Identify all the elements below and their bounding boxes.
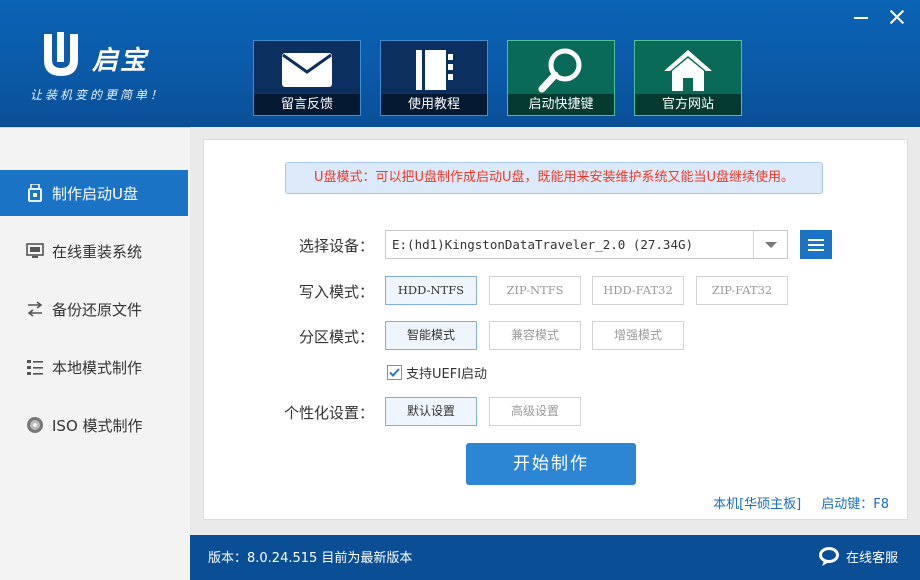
sidebar-item-iso-mode[interactable]: ISO 模式制作 [0, 402, 188, 448]
home-icon [664, 50, 712, 91]
usb-mode-panel: U盘模式：可以把U盘制作成启动U盘，既能用来安装维护系统又能当U盘继续使用。 选… [203, 139, 908, 520]
write-mode-zip-fat32[interactable]: ZIP-FAT32 [696, 276, 788, 305]
status-bar: 版本：8.0.24.515 目前为最新版本 在线客服 [190, 535, 920, 580]
checkbox-box[interactable] [387, 365, 402, 380]
partition-mode-compatible[interactable]: 兼容模式 [489, 321, 581, 350]
write-mode-hdd-fat32[interactable]: HDD-FAT32 [592, 276, 684, 305]
sidebar-item-make-usb[interactable]: 制作启动U盘 [0, 170, 188, 216]
app-logo: 启宝 让装机变的更简单！ [30, 20, 190, 110]
sidebar-item-online-reinstall[interactable]: 在线重装系统 [0, 228, 188, 274]
uefi-label: 支持UEFI启动 [406, 367, 488, 382]
partition-mode-label: 分区模式： [298, 328, 374, 346]
nav-tutorial-label: 使用教程 [381, 94, 487, 115]
device-select-value: E:(hd1)KingstonDataTraveler_2.0 (27.34G) [392, 237, 694, 252]
nav-official-site[interactable]: 官方网站 [634, 40, 742, 116]
machine-info: 本机[华硕主板] 启动键：F8 [713, 493, 889, 512]
sidebar: 制作启动U盘 在线重装系统 备份还原文件 本地模式制作 ISO 模式制作 [0, 127, 190, 580]
brand-slogan: 让装机变的更简单！ [30, 88, 166, 102]
write-mode-hdd-ntfs[interactable]: HDD-NTFS [385, 276, 477, 305]
personalize-label: 个性化设置： [283, 404, 374, 422]
device-select[interactable]: E:(hd1)KingstonDataTraveler_2.0 (27.34G) [385, 230, 788, 259]
u-logo-icon [44, 32, 78, 76]
write-mode-zip-ntfs[interactable]: ZIP-NTFS [489, 276, 581, 305]
magnifier-icon [538, 48, 582, 93]
nav-boot-hotkey[interactable]: 启动快捷键 [507, 40, 615, 116]
sidebar-item-label: 备份还原文件 [52, 300, 143, 319]
personalize-advanced[interactable]: 高级设置 [489, 397, 581, 426]
monitor-icon [26, 243, 44, 258]
device-label: 选择设备： [298, 237, 374, 255]
disc-icon [27, 417, 43, 433]
nav-boot-hotkey-label: 启动快捷键 [508, 94, 614, 115]
sidebar-item-label: ISO 模式制作 [52, 416, 143, 435]
list-icon [27, 360, 43, 375]
online-service-label: 在线客服 [845, 550, 898, 566]
sidebar-item-local-mode[interactable]: 本地模式制作 [0, 344, 188, 390]
menu-icon [808, 238, 824, 241]
start-make-button[interactable]: 开始制作 [466, 443, 636, 485]
boot-key: 启动键：F8 [821, 497, 889, 512]
write-mode-label: 写入模式： [298, 283, 374, 301]
nav-feedback[interactable]: 留言反馈 [253, 40, 361, 116]
notebook-icon [416, 50, 453, 90]
nav-feedback-label: 留言反馈 [254, 94, 360, 115]
version-text: 版本：8.0.24.515 目前为最新版本 [208, 551, 413, 566]
partition-mode-smart[interactable]: 智能模式 [385, 321, 477, 350]
close-button[interactable] [888, 8, 906, 26]
online-service-button[interactable]: 在线客服 [818, 545, 898, 567]
uefi-checkbox[interactable]: 支持UEFI启动 [387, 363, 487, 382]
envelope-icon [282, 53, 332, 87]
app-header: 启宝 让装机变的更简单！ 留言反馈 使用教程 启动快捷键 官方网站 [0, 0, 920, 127]
device-menu-button[interactable] [800, 230, 832, 259]
nav-tutorial[interactable]: 使用教程 [380, 40, 488, 116]
partition-mode-enhanced[interactable]: 增强模式 [592, 321, 684, 350]
mode-notice: U盘模式：可以把U盘制作成启动U盘，既能用来安装维护系统又能当U盘继续使用。 [285, 162, 823, 194]
sidebar-item-label: 在线重装系统 [52, 242, 143, 261]
top-nav: 留言反馈 使用教程 启动快捷键 官方网站 [253, 40, 742, 116]
dropdown-arrow[interactable] [753, 231, 787, 258]
backup-icon [27, 301, 43, 317]
window-controls [852, 8, 906, 26]
checkmark-icon [389, 368, 400, 377]
personalize-default[interactable]: 默认设置 [385, 397, 477, 426]
main-content: U盘模式：可以把U盘制作成启动U盘，既能用来安装维护系统又能当U盘继续使用。 选… [190, 127, 920, 535]
sidebar-item-backup-restore[interactable]: 备份还原文件 [0, 286, 188, 332]
brand-name: 启宝 [92, 46, 149, 76]
machine-board: 本机[华硕主板] [713, 497, 802, 512]
sidebar-item-label: 本地模式制作 [52, 358, 143, 377]
nav-official-site-label: 官方网站 [635, 94, 741, 115]
minimize-button[interactable] [852, 8, 870, 26]
chat-bubble-icon [818, 547, 839, 566]
sidebar-item-label: 制作启动U盘 [52, 184, 138, 203]
chevron-down-icon [764, 241, 777, 248]
usb-drive-icon [28, 184, 42, 202]
